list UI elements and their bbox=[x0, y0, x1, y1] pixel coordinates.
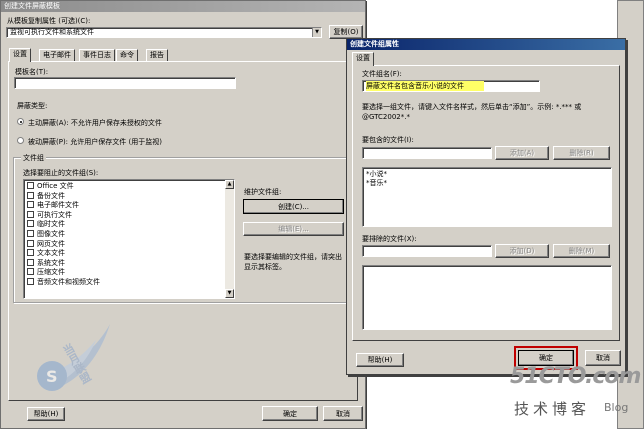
site-subtitle: 技术博客 bbox=[514, 400, 591, 418]
exclude-pattern-input[interactable] bbox=[362, 245, 492, 257]
file-group-label: Office 文件 bbox=[37, 182, 74, 190]
create-group-button[interactable]: 创建(C)... bbox=[243, 199, 344, 214]
passive-screening-label: 被动屏蔽(P): 允许用户保存文件 (用于监视) bbox=[28, 138, 162, 146]
pattern-instruction: 要选择一组文件，请键入文件名样式，然后单击“添加”。示例: *.*** 或 @G… bbox=[362, 103, 582, 121]
template-ok-button[interactable]: 确定 bbox=[262, 406, 318, 421]
checkbox-icon[interactable] bbox=[27, 258, 34, 266]
maintain-groups-label: 维护文件组: bbox=[244, 188, 282, 196]
file-group-label: 系统文件 bbox=[37, 258, 65, 267]
template-help-button[interactable]: 帮助(H) bbox=[27, 407, 65, 421]
checkbox-icon[interactable] bbox=[27, 229, 34, 237]
exclude-files-label: 要排除的文件(X): bbox=[362, 235, 417, 243]
include-pattern-item[interactable]: *音乐* bbox=[366, 179, 608, 188]
tab-event-log[interactable]: 事件日志 bbox=[79, 49, 115, 61]
screen-type-label: 屏蔽类型: bbox=[17, 102, 48, 110]
scroll-up-icon[interactable]: ▲ bbox=[225, 180, 234, 189]
active-screening-radio[interactable] bbox=[17, 118, 24, 125]
exclude-add-button: 添加(D) bbox=[495, 244, 549, 258]
file-group-label: 临时文件 bbox=[37, 220, 65, 229]
file-group-row[interactable]: 可执行文件 bbox=[24, 210, 234, 221]
include-remove-button: 删除(R) bbox=[553, 146, 610, 160]
group-name-input[interactable]: 屏蔽文件名包含音乐小说的文件 bbox=[362, 80, 540, 92]
file-groups-list[interactable]: Office 文件 备份文件 电子邮件文件 可执行文件 临时文件 图像文件 网页文件 文本文件… bbox=[23, 179, 235, 299]
file-group-row[interactable]: 文本文件 bbox=[24, 249, 234, 259]
checkbox-icon[interactable] bbox=[27, 210, 34, 218]
copy-from-select[interactable]: 监视可执行文件和系统文件 ▼ bbox=[6, 27, 322, 38]
tab-command[interactable]: 命令 bbox=[116, 49, 138, 61]
template-name-label: 模板名(T): bbox=[15, 68, 49, 76]
group-name-value: 屏蔽文件名包含音乐小说的文件 bbox=[366, 81, 484, 91]
checkbox-icon[interactable] bbox=[27, 182, 34, 189]
file-group-label: 图像文件 bbox=[37, 229, 65, 238]
copy-from-label: 从模板复制属性 (可选)(C): bbox=[7, 17, 91, 25]
file-group-row[interactable]: 音频文件和视频文件 bbox=[24, 277, 234, 288]
template-dialog-title: 创建文件屏蔽模板 bbox=[1, 1, 365, 12]
copy-from-value: 监视可执行文件和系统文件 bbox=[10, 28, 94, 36]
group-help-button[interactable]: 帮助(H) bbox=[356, 353, 404, 367]
file-group-row[interactable]: 图像文件 bbox=[24, 229, 234, 240]
checkbox-icon[interactable] bbox=[27, 277, 34, 285]
include-pattern-item[interactable]: *小说* bbox=[366, 170, 608, 179]
svg-text:S: S bbox=[46, 367, 58, 386]
include-files-label: 要包含的文件(I): bbox=[362, 136, 414, 144]
edit-group-hint: 要选择要编辑的文件组，请突出显示其标签。 bbox=[244, 253, 342, 271]
left-watermark-logo: S 当月联盟 bbox=[22, 318, 116, 406]
checkbox-icon[interactable] bbox=[27, 249, 34, 257]
file-groups-title: 文件组 bbox=[21, 153, 46, 163]
scroll-down-icon[interactable]: ▼ bbox=[225, 289, 234, 298]
file-group-label: 压缩文件 bbox=[37, 268, 65, 277]
include-pattern-input[interactable] bbox=[362, 147, 492, 159]
create-group-dialog: 创建文件组属性 设置 文件组名(F): 屏蔽文件名包含音乐小说的文件 要选择一组… bbox=[346, 38, 626, 375]
site-name: 51CTO.com bbox=[510, 364, 641, 389]
exclude-files-list[interactable] bbox=[362, 265, 612, 330]
file-group-row[interactable]: 网页文件 bbox=[24, 239, 234, 250]
checkbox-icon[interactable] bbox=[27, 201, 34, 209]
file-group-label: 音频文件和视频文件 bbox=[37, 277, 100, 286]
file-groups-scrollbar[interactable]: ▲ ▼ bbox=[225, 180, 234, 298]
file-group-label: 网页文件 bbox=[37, 239, 65, 248]
tab-report[interactable]: 报告 bbox=[146, 49, 168, 61]
file-group-row[interactable]: Office 文件 bbox=[24, 182, 234, 192]
exclude-remove-button: 删除(M) bbox=[553, 244, 610, 258]
file-group-row[interactable]: 临时文件 bbox=[24, 220, 234, 230]
file-group-label: 文本文件 bbox=[37, 249, 65, 258]
group-name-label: 文件组名(F): bbox=[362, 70, 402, 78]
file-group-row[interactable]: 备份文件 bbox=[24, 191, 234, 202]
file-group-label: 备份文件 bbox=[37, 191, 65, 200]
passive-screening-radio[interactable] bbox=[17, 137, 24, 144]
file-groups-label: 选择要阻止的文件组(S): bbox=[23, 169, 99, 177]
file-group-row[interactable]: 压缩文件 bbox=[24, 268, 234, 278]
checkbox-icon[interactable] bbox=[27, 268, 34, 276]
checkbox-icon[interactable] bbox=[27, 239, 34, 247]
site-blog: Blog bbox=[604, 401, 629, 414]
include-add-button: 添加(A) bbox=[495, 146, 549, 160]
active-screening-label: 主动屏蔽(A): 不允许用户保存未授权的文件 bbox=[28, 119, 162, 127]
checkbox-icon[interactable] bbox=[27, 191, 34, 199]
site-watermark: 51CTO.com 技术博客 Blog bbox=[508, 360, 644, 429]
tab-email[interactable]: 电子邮件 bbox=[39, 49, 75, 61]
copy-button[interactable]: 复制(O) bbox=[329, 25, 363, 39]
include-files-list[interactable]: *小说* *音乐* bbox=[362, 167, 612, 227]
template-cancel-button[interactable]: 取消 bbox=[323, 406, 363, 421]
group-tab-settings[interactable]: 设置 bbox=[352, 52, 374, 66]
file-group-label: 电子邮件文件 bbox=[37, 201, 79, 210]
group-dialog-title: 创建文件组属性 bbox=[347, 39, 625, 50]
file-group-row[interactable]: 电子邮件文件 bbox=[24, 201, 234, 211]
dropdown-arrow-icon[interactable]: ▼ bbox=[312, 28, 321, 37]
file-group-label: 可执行文件 bbox=[37, 210, 72, 219]
checkbox-icon[interactable] bbox=[27, 220, 34, 228]
tab-settings[interactable]: 设置 bbox=[9, 48, 31, 62]
edit-group-button: 编辑(E)... bbox=[243, 222, 344, 236]
template-name-input[interactable] bbox=[14, 77, 236, 89]
file-group-row[interactable]: 系统文件 bbox=[24, 258, 234, 269]
